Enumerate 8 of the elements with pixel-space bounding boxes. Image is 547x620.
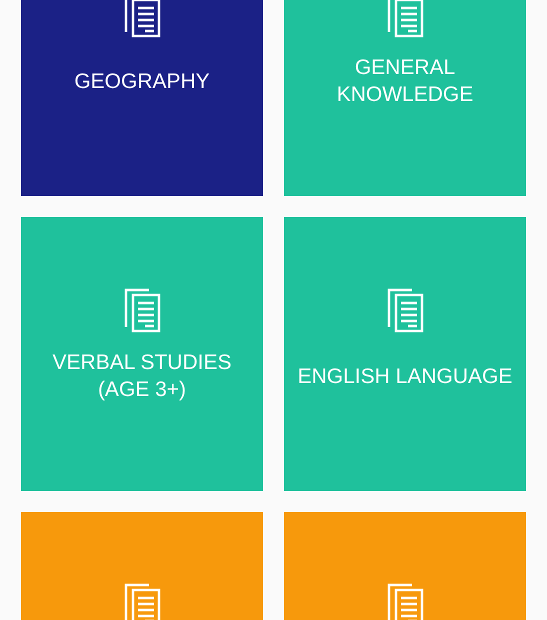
category-label: GEOGRAPHY <box>74 68 210 94</box>
category-tile[interactable]: GEOGRAPHY <box>21 0 263 196</box>
category-tile[interactable]: GENERAL KNOWLEDGE <box>284 0 526 196</box>
category-label: GENERAL KNOWLEDGE <box>336 55 474 108</box>
category-tile[interactable]: ENGLISH LANGUAGE <box>284 217 526 491</box>
category-label: ENGLISH LANGUAGE <box>298 364 512 390</box>
category-label: VERBAL STUDIES (AGE 3+) <box>52 350 232 403</box>
category-tile[interactable]: VERBAL STUDIES (AGE 3+) <box>21 217 263 491</box>
